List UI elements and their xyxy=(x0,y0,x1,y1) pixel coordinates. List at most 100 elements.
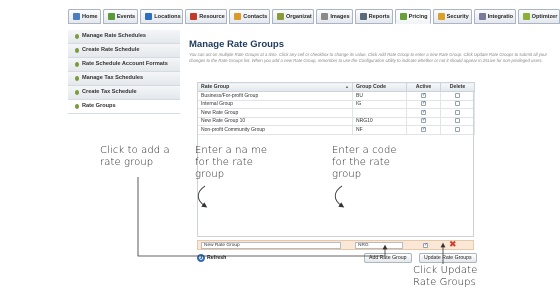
tab-optimizer[interactable]: Optimizer xyxy=(517,9,560,24)
sidebar-item-rate-groups[interactable]: Rate Groups xyxy=(68,99,180,114)
new-rate-group-row: ✖ xyxy=(197,240,474,250)
tab-events[interactable]: Events xyxy=(102,9,139,24)
rate-group-cell[interactable]: Internal Group xyxy=(197,99,353,109)
tab-contacts[interactable]: Contacts xyxy=(229,9,270,24)
page-instructions: You can act on multiple Rate Groups at a… xyxy=(189,52,548,64)
active-cell xyxy=(406,108,441,118)
tab-label: Images xyxy=(330,13,350,20)
annotation-text: group xyxy=(195,169,225,181)
column-header-group-code[interactable]: Group Code xyxy=(352,82,407,92)
sidebar-item-manage-tax-schedules[interactable]: Manage Tax Schedules xyxy=(68,71,180,86)
active-cell xyxy=(406,125,441,135)
sidebar-item-label: Rate Groups xyxy=(82,102,116,109)
group-code-cell[interactable] xyxy=(352,108,407,118)
tab-label: Organizat xyxy=(285,13,312,20)
delete-checkbox[interactable] xyxy=(455,126,460,132)
annotation-text: Click to add a xyxy=(100,145,170,156)
table-row: Business/For-profit Group BU xyxy=(197,91,475,101)
table-row: Internal Group IG xyxy=(197,99,475,109)
active-checkbox[interactable] xyxy=(421,101,426,107)
annotation-text: rate group xyxy=(100,157,154,169)
delete-cell xyxy=(440,108,475,118)
group-code-cell[interactable]: IG xyxy=(352,99,407,109)
sidebar-item-label: Create Rate Schedule xyxy=(82,46,140,53)
tab-integratio[interactable]: Integratio xyxy=(473,9,516,24)
active-checkbox[interactable] xyxy=(421,118,426,124)
tab-label: Events xyxy=(116,13,136,20)
images-icon xyxy=(321,13,329,20)
table-row: Non-profit Community Group NF xyxy=(197,125,475,135)
sidebar-item-label: Manage Rate Schedules xyxy=(82,33,147,39)
rate-group-cell[interactable]: New Rate Group xyxy=(197,108,353,118)
tab-organizat[interactable]: Organizat xyxy=(271,9,315,24)
tab-images[interactable]: Images xyxy=(316,9,353,24)
group-code-cell[interactable]: NF xyxy=(352,125,407,135)
remove-new-row-icon[interactable]: ✖ xyxy=(449,240,457,250)
column-header-rate-group[interactable]: Rate Group ▲ xyxy=(197,82,353,92)
home-icon xyxy=(73,13,80,20)
main-content: Manage Rate Groups You can act on multip… xyxy=(189,30,560,263)
new-rate-group-name-input[interactable] xyxy=(201,242,341,249)
new-group-code-input[interactable] xyxy=(355,242,403,249)
tab-resource[interactable]: Resource xyxy=(185,9,228,24)
rate-group-cell[interactable]: Non-profit Community Group xyxy=(197,125,353,135)
tab-locations[interactable]: Locations xyxy=(140,9,184,24)
annotation-text: for the rate xyxy=(332,157,391,169)
active-cell xyxy=(406,116,441,126)
page-title: Manage Rate Groups xyxy=(189,39,285,50)
delete-checkbox[interactable] xyxy=(455,109,460,115)
sidebar-item-create-rate-schedule[interactable]: Create Rate Schedule xyxy=(68,43,180,58)
refresh-label: Refresh xyxy=(207,255,227,261)
active-checkbox[interactable] xyxy=(421,109,426,115)
annotation-update: Click Update Rate Groups xyxy=(413,265,477,289)
reports-icon xyxy=(359,13,367,20)
pricing-icon xyxy=(399,13,407,20)
annotation-add-rate-group: Click to add a rate group xyxy=(100,145,170,169)
contacts-icon xyxy=(234,13,242,20)
annotation-text: group xyxy=(332,169,362,181)
update-rate-groups-button[interactable]: Update Rate Groups xyxy=(419,253,477,263)
bullet-icon xyxy=(75,75,79,81)
delete-cell xyxy=(440,125,475,135)
delete-checkbox[interactable] xyxy=(455,92,460,98)
column-header-active[interactable]: Active xyxy=(406,82,441,92)
tab-label: Pricing xyxy=(408,13,428,20)
tab-home[interactable]: Home xyxy=(68,9,101,24)
delete-cell xyxy=(440,99,475,109)
tab-label: Reports xyxy=(368,13,390,20)
tab-security[interactable]: Security xyxy=(432,9,472,24)
annotation-enter-code: Enter a code for the rate group xyxy=(332,145,397,182)
active-checkbox[interactable] xyxy=(421,92,426,98)
tab-pricing[interactable]: Pricing xyxy=(394,9,431,24)
table-header-row: Rate Group ▲ Group Code Active Delete xyxy=(197,82,475,92)
group-code-cell[interactable]: BU xyxy=(352,91,407,101)
tab-label: Locations xyxy=(154,13,181,20)
active-checkbox[interactable] xyxy=(421,126,426,132)
delete-checkbox[interactable] xyxy=(455,101,460,107)
tab-reports[interactable]: Reports xyxy=(354,9,393,24)
refresh-button[interactable]: ↻ Refresh xyxy=(197,253,226,263)
bullet-icon xyxy=(75,34,79,39)
calendar-icon xyxy=(107,13,115,20)
rate-group-cell[interactable]: Business/For-profit Group xyxy=(197,91,353,101)
tab-label: Optimizer xyxy=(531,13,558,20)
rate-group-cell[interactable]: New Rate Group 10 xyxy=(197,116,353,126)
active-cell xyxy=(406,99,441,109)
delete-cell xyxy=(440,91,475,101)
globe-icon xyxy=(145,13,153,20)
add-rate-group-button[interactable]: Add Rate Group xyxy=(364,253,412,263)
active-cell xyxy=(406,91,441,101)
sidebar: Manage Rate Schedules Create Rate Schedul… xyxy=(68,30,180,120)
delete-cell xyxy=(440,116,475,126)
sidebar-item-rate-schedule-account-formats[interactable]: Rate Schedule Account Formats xyxy=(68,57,180,72)
table-row: New Rate Group 10 NRG10 xyxy=(197,116,475,126)
sidebar-item-manage-rate-schedules[interactable]: Manage Rate Schedules xyxy=(68,30,180,44)
sidebar-item-create-tax-schedule[interactable]: Create Tax Schedule xyxy=(68,85,180,100)
delete-checkbox[interactable] xyxy=(455,118,460,124)
bullet-icon xyxy=(75,89,79,95)
new-row-active-checkbox[interactable] xyxy=(423,242,428,248)
group-code-cell[interactable]: NRG10 xyxy=(352,116,407,126)
tab-label: Home xyxy=(82,13,98,20)
column-header-delete[interactable]: Delete xyxy=(440,82,475,92)
rate-groups-table: Rate Group ▲ Group Code Active Delete Bus… xyxy=(197,82,475,135)
